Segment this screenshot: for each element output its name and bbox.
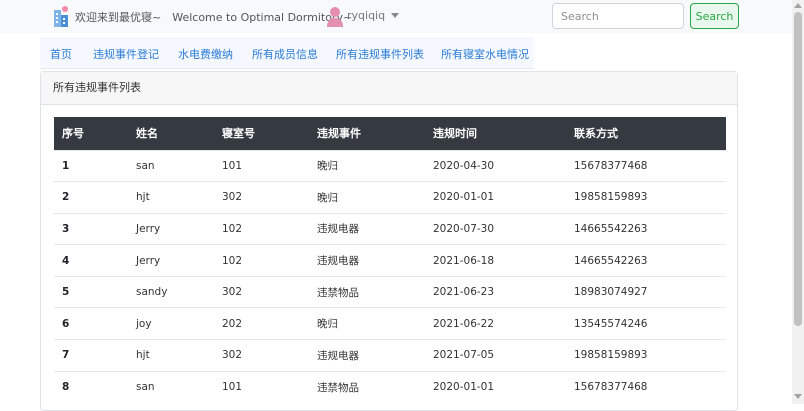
cell-time: 2021-06-23 — [425, 275, 566, 308]
username-label: ryqiqiq — [347, 9, 386, 22]
cell-time: 2020-01-01 — [425, 181, 566, 214]
cell-room: 302 — [214, 339, 309, 372]
cell-index: 2 — [54, 181, 128, 214]
cell-room: 101 — [214, 370, 309, 403]
table-row: 2 hjt 302 晚归 2020-01-01 19858159893 — [54, 181, 726, 214]
cell-violation: 晚归 — [309, 307, 425, 340]
cell-time: 2021-06-18 — [425, 244, 566, 277]
violations-card: 所有违规事件列表 序号 姓名 寝室号 违规事件 违规时间 联系方式 1 san 10… — [40, 71, 738, 411]
cell-room: 102 — [214, 212, 309, 245]
header-index: 序号 — [54, 117, 128, 150]
cell-contact: 14665542263 — [566, 212, 726, 245]
header-contact: 联系方式 — [566, 117, 726, 150]
table-row: 8 san 101 违禁物品 2020-01-01 15678377468 — [54, 370, 726, 403]
cell-name: joy — [128, 307, 214, 340]
violations-table: 序号 姓名 寝室号 违规事件 违规时间 联系方式 1 san 101 晚归 2020-0… — [54, 117, 726, 403]
table-row: 4 Jerry 102 违规电器 2021-06-18 14665542263 — [54, 244, 726, 277]
tab-utility-payment[interactable]: 水电费缴纳 — [178, 46, 233, 62]
tab-violation-register[interactable]: 违规事件登记 — [93, 46, 159, 62]
cell-violation: 晚归 — [309, 149, 425, 182]
cell-name: Jerry — [128, 244, 214, 277]
building-logo-icon[interactable] — [52, 4, 70, 28]
card-title: 所有违规事件列表 — [41, 72, 737, 105]
cell-contact: 19858159893 — [566, 181, 726, 214]
vertical-scrollbar[interactable] — [792, 0, 804, 404]
cell-room: 302 — [214, 181, 309, 214]
table-row: 7 hjt 302 违规电器 2021-07-05 19858159893 — [54, 339, 726, 372]
cell-contact: 14665542263 — [566, 244, 726, 277]
cell-index: 4 — [54, 244, 128, 277]
search-button[interactable]: Search — [690, 3, 739, 29]
header-name: 姓名 — [128, 117, 214, 150]
user-avatar-icon — [327, 7, 343, 27]
user-dropdown[interactable]: ryqiqiq — [347, 9, 400, 22]
cell-room: 101 — [214, 149, 309, 182]
cell-violation: 违规电器 — [309, 339, 425, 372]
cell-room: 102 — [214, 244, 309, 277]
nav-tabs: 首页 违规事件登记 水电费缴纳 所有成员信息 所有违规事件列表 所有寝室水电情况 — [40, 37, 534, 69]
tab-home[interactable]: 首页 — [50, 46, 72, 62]
header-room: 寝室号 — [214, 117, 309, 150]
cell-contact: 15678377468 — [566, 149, 726, 182]
cell-name: hjt — [128, 181, 214, 214]
table-row: 3 Jerry 102 违规电器 2020-07-30 14665542263 — [54, 212, 726, 245]
table-row: 1 san 101 晚归 2020-04-30 15678377468 — [54, 149, 726, 182]
cell-name: hjt — [128, 339, 214, 372]
cell-time: 2020-04-30 — [425, 149, 566, 182]
search-input[interactable] — [552, 3, 684, 29]
cell-contact: 15678377468 — [566, 370, 726, 403]
tab-all-dorm-utilities[interactable]: 所有寝室水电情况 — [441, 46, 529, 62]
cell-name: san — [128, 149, 214, 182]
cell-index: 3 — [54, 212, 128, 245]
cell-violation: 违规电器 — [309, 244, 425, 277]
table-row: 5 sandy 302 违禁物品 2021-06-23 18983074927 — [54, 275, 726, 308]
cell-index: 6 — [54, 307, 128, 340]
cell-index: 5 — [54, 275, 128, 308]
cell-name: san — [128, 370, 214, 403]
welcome-text: 欢迎来到最优寝~ Welcome to Optimal Dormitory~ — [75, 11, 353, 24]
table-header-row: 序号 姓名 寝室号 违规事件 违规时间 联系方式 — [54, 117, 726, 150]
table-row: 6 joy 202 晚归 2021-06-22 13545574246 — [54, 307, 726, 340]
cell-index: 7 — [54, 339, 128, 372]
cell-name: Jerry — [128, 212, 214, 245]
scrollbar-thumb[interactable] — [794, 12, 802, 326]
header-time: 违规时间 — [425, 117, 566, 150]
caret-down-icon — [391, 13, 400, 18]
cell-name: sandy — [128, 275, 214, 308]
cell-time: 2020-01-01 — [425, 370, 566, 403]
cell-time: 2021-07-05 — [425, 339, 566, 372]
tab-all-violations[interactable]: 所有违规事件列表 — [336, 46, 424, 62]
cell-violation: 违规电器 — [309, 212, 425, 245]
cell-contact: 13545574246 — [566, 307, 726, 340]
cell-index: 8 — [54, 370, 128, 403]
cell-room: 202 — [214, 307, 309, 340]
scroll-up-arrow-icon[interactable] — [794, 3, 802, 8]
cell-violation: 违禁物品 — [309, 370, 425, 403]
cell-index: 1 — [54, 149, 128, 182]
header-violation: 违规事件 — [309, 117, 425, 150]
scroll-down-arrow-icon[interactable] — [794, 394, 802, 399]
cell-violation: 违禁物品 — [309, 275, 425, 308]
cell-time: 2021-06-22 — [425, 307, 566, 340]
tab-all-members[interactable]: 所有成员信息 — [252, 46, 318, 62]
cell-contact: 18983074927 — [566, 275, 726, 308]
top-navbar: 欢迎来到最优寝~ Welcome to Optimal Dormitory~ r… — [0, 0, 792, 33]
cell-violation: 晚归 — [309, 181, 425, 214]
cell-room: 302 — [214, 275, 309, 308]
cell-contact: 19858159893 — [566, 339, 726, 372]
cell-time: 2020-07-30 — [425, 212, 566, 245]
